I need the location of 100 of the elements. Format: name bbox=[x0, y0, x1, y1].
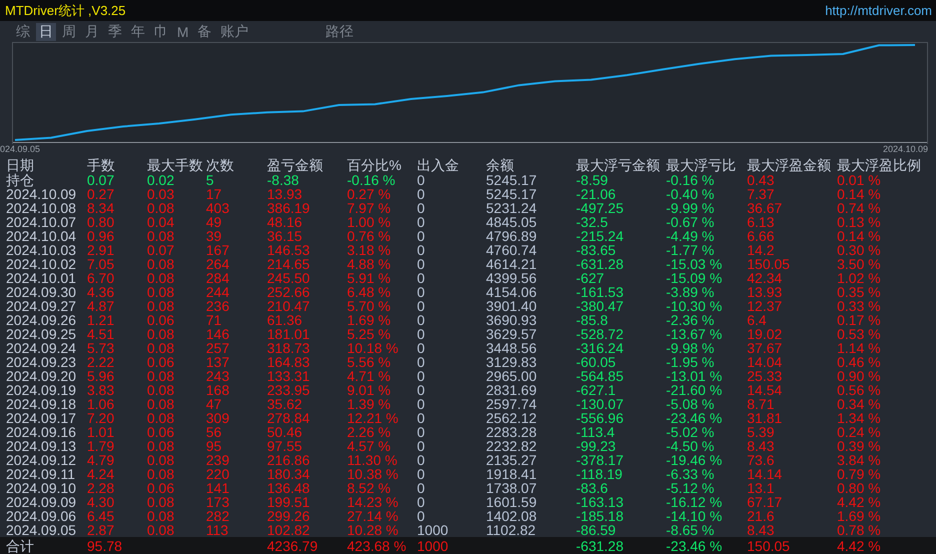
table-cell-text: 210.47 bbox=[267, 299, 311, 313]
tab[interactable]: 月 bbox=[82, 22, 102, 40]
table-cell-text: 73.6 bbox=[747, 453, 776, 467]
table-cell-text: 0.56 % bbox=[837, 383, 882, 397]
table-cell-text: -16.12 % bbox=[666, 495, 724, 509]
table-cell-text: 0.96 bbox=[87, 229, 116, 243]
table-cell-text: 4154.06 bbox=[486, 285, 538, 299]
table-cell-text: 36.67 bbox=[747, 201, 784, 215]
table-cell-text: 113 bbox=[206, 523, 230, 537]
tab[interactable]: 综 bbox=[13, 22, 33, 40]
tab[interactable]: 日 bbox=[36, 22, 56, 40]
table-cell-text: 0.53 % bbox=[837, 327, 882, 341]
row-label: 2024.10.08 bbox=[6, 201, 78, 215]
table-cell-text: 1.02 % bbox=[837, 271, 882, 285]
table-cell-text: 199.51 bbox=[267, 495, 311, 509]
table-cell-text: 6.66 bbox=[747, 229, 776, 243]
table-cell-text: 5245.17 bbox=[486, 173, 538, 187]
table-cell-text: 14.2 bbox=[747, 243, 776, 257]
table-cell-text: -5.08 % bbox=[666, 397, 716, 411]
table-cell-text: 5.39 bbox=[747, 425, 776, 439]
table-cell-text: 8.34 bbox=[87, 201, 116, 215]
table-cell-text: 1.00 % bbox=[347, 215, 392, 229]
table-cell-text: 239 bbox=[206, 453, 230, 467]
table-cell-text: 0 bbox=[417, 481, 426, 495]
table-cell-text: 7.37 bbox=[747, 187, 776, 201]
row-label: 2024.09.30 bbox=[6, 285, 78, 299]
table-cell-text: 2283.28 bbox=[486, 425, 538, 439]
table-cell-text: 11.30 % bbox=[347, 453, 398, 467]
table-cell-text: -2.36 % bbox=[666, 313, 716, 327]
tab[interactable]: M bbox=[174, 22, 192, 40]
table-cell-text: 67.17 bbox=[747, 495, 784, 509]
table-cell-text: 0 bbox=[417, 327, 426, 341]
table-cell-text: 0.08 bbox=[147, 439, 176, 453]
table-cell-text: 5.70 % bbox=[347, 299, 392, 313]
row-label: 2024.09.10 bbox=[6, 481, 78, 495]
table-cell-text: -83.65 bbox=[576, 243, 617, 257]
table-cell-text: 4845.05 bbox=[486, 215, 538, 229]
table-cell-text: 1.14 % bbox=[837, 341, 882, 355]
table-cell-text: 0.04 bbox=[147, 215, 176, 229]
table-cell-text: 6.13 bbox=[747, 215, 776, 229]
table-cell-text: 2.22 bbox=[87, 355, 116, 369]
table-cell-text: 2.28 bbox=[87, 481, 116, 495]
table-cell-text: 0.08 bbox=[147, 201, 176, 215]
table-cell-text: 0 bbox=[417, 229, 426, 243]
table-cell-text: 0.35 % bbox=[837, 285, 882, 299]
table-cell-text: 39 bbox=[206, 229, 223, 243]
table-cell-text: 14.54 bbox=[747, 383, 784, 397]
row-label: 2024.10.01 bbox=[6, 271, 78, 285]
tab[interactable]: 备 bbox=[194, 22, 215, 40]
table-cell-text: 95 bbox=[206, 439, 223, 453]
table-cell-text: 0.33 % bbox=[837, 299, 882, 313]
table-cell-text: -8.59 bbox=[576, 173, 609, 187]
row-label: 2024.09.26 bbox=[6, 313, 78, 327]
table-cell-text: 0.06 bbox=[147, 313, 176, 327]
table-cell-text: 42.34 bbox=[747, 271, 784, 285]
table-cell-text: 21.6 bbox=[747, 509, 776, 523]
table-cell-text: 2.91 bbox=[87, 243, 116, 257]
table-cell-text: 4.79 bbox=[87, 453, 116, 467]
table-cell-text: 150.05 bbox=[747, 537, 791, 554]
table-cell-text: 181.01 bbox=[267, 327, 311, 341]
column-header: 最大浮盈比例 bbox=[837, 156, 922, 175]
tab[interactable]: 年 bbox=[128, 22, 148, 40]
table-cell-text: 0.07 bbox=[147, 243, 176, 257]
table-cell-text: 0 bbox=[417, 271, 426, 285]
table-cell-text: -497.25 bbox=[576, 201, 624, 215]
row-label: 2024.10.04 bbox=[6, 229, 78, 243]
table-cell-text: 0 bbox=[417, 187, 426, 201]
table-cell-text: 0 bbox=[417, 467, 426, 481]
table-cell-text: 164.83 bbox=[267, 355, 311, 369]
table-cell-text: 146.53 bbox=[267, 243, 311, 257]
table-cell-text: 0.08 bbox=[147, 397, 176, 411]
table-cell-text: 0 bbox=[417, 243, 426, 257]
table-cell-text: 3448.56 bbox=[486, 341, 538, 355]
table-cell-text: 3690.93 bbox=[486, 313, 538, 327]
table-cell-text: 245.50 bbox=[267, 271, 311, 285]
row-label: 2024.10.03 bbox=[6, 243, 78, 257]
table-cell-text: 4.30 bbox=[87, 495, 116, 509]
table-cell-text: 0.17 % bbox=[837, 313, 882, 327]
table-cell-text: 48.16 bbox=[267, 215, 304, 229]
table-cell-text: 4.42 % bbox=[837, 495, 882, 509]
table-cell-text: 0.06 bbox=[147, 355, 176, 369]
table-cell-text: 61.36 bbox=[267, 313, 304, 327]
tab[interactable]: 季 bbox=[105, 22, 125, 40]
row-label: 2024.09.19 bbox=[6, 383, 78, 397]
table-cell-text: 13.1 bbox=[747, 481, 776, 495]
table-cell-text: 173 bbox=[206, 495, 230, 509]
website-link[interactable]: http://mtdriver.com bbox=[825, 3, 932, 18]
table-cell-text: -631.28 bbox=[576, 537, 624, 554]
tab[interactable]: 账户 bbox=[218, 22, 252, 40]
table-cell-text: 1.69 % bbox=[837, 509, 882, 523]
table-cell-text: 0 bbox=[417, 439, 426, 453]
tab[interactable]: 巾 bbox=[151, 22, 171, 40]
row-label: 2024.09.24 bbox=[6, 341, 78, 355]
table-cell-text: 1402.08 bbox=[486, 509, 538, 523]
table-cell-text: 17 bbox=[206, 187, 223, 201]
tab[interactable]: 周 bbox=[59, 22, 79, 40]
table-cell-text: 2831.69 bbox=[486, 383, 538, 397]
table-cell-text: 5.96 bbox=[87, 369, 116, 383]
table-cell-text: -6.33 % bbox=[666, 467, 716, 481]
path-button[interactable]: 路径 bbox=[322, 22, 357, 40]
